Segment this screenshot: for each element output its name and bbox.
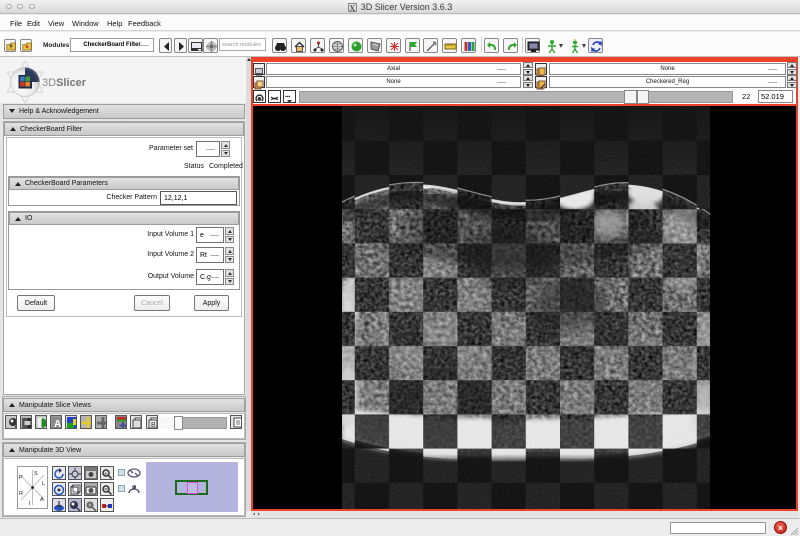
svg-text:3DSlicer: 3DSlicer	[42, 77, 87, 89]
svg-text:8: 8	[131, 484, 134, 490]
svg-text:B: B	[151, 422, 156, 429]
svg-text:L: L	[42, 481, 45, 487]
svg-text:R: R	[19, 491, 23, 497]
svg-text:+: +	[104, 472, 108, 478]
svg-text:P: P	[19, 475, 23, 481]
svg-text:▪▪▪: ▪▪▪	[285, 94, 291, 100]
svg-text:I: I	[29, 501, 31, 507]
svg-text:S: S	[34, 471, 38, 477]
svg-text:A: A	[54, 419, 61, 429]
svg-text:A: A	[40, 497, 44, 503]
